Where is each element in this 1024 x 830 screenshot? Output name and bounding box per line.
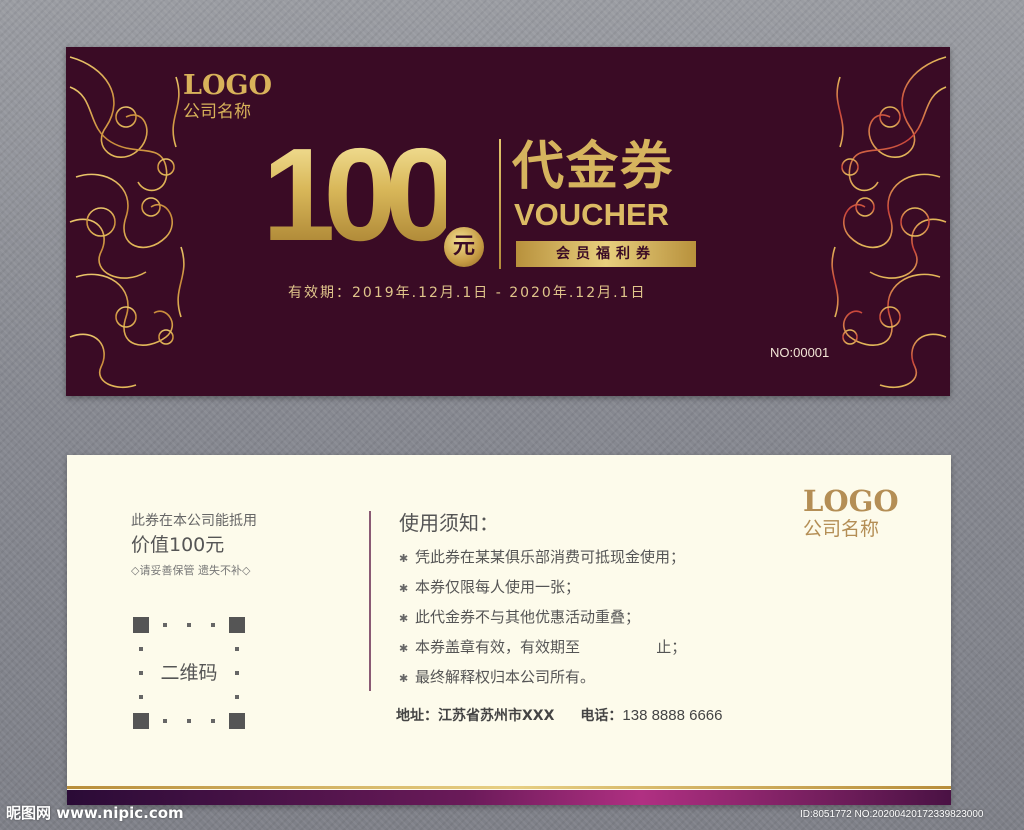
watermark-site: 昵图网 www.nipic.com	[6, 804, 184, 822]
notice-item: ✱ 本券仅限每人使用一张；	[399, 573, 686, 603]
voucher-title-cn: 代金券	[512, 137, 675, 197]
notice-text: 凭此券在某某俱乐部消费可抵现金使用；	[415, 548, 686, 566]
asterisk-icon: ✱	[399, 642, 409, 655]
ornament-right-icon	[831, 56, 947, 389]
notice-item: ✱ 凭此券在某某俱乐部消费可抵现金使用；	[399, 543, 686, 573]
qr-dot-icon	[163, 623, 167, 627]
qr-dot-icon	[235, 695, 239, 699]
notice-item: ✱ 最终解释权归本公司所有。	[399, 663, 686, 693]
company-name: 公司名称	[183, 102, 251, 122]
address-label: 地址：	[396, 708, 438, 724]
phone-label: 电话：	[580, 708, 623, 724]
qr-dot-icon	[211, 719, 215, 723]
ornament-left-icon	[69, 56, 185, 389]
qr-corner-icon	[133, 617, 149, 633]
serial-number: NO:00001	[770, 345, 830, 360]
notice-text: 本券仅限每人使用一张；	[415, 578, 581, 596]
asterisk-icon: ✱	[399, 612, 409, 625]
voucher-back: 此券在本公司能抵用 价值100元 ◇请妥善保管 遗失不补◇ 二维码 使用须知： …	[67, 455, 951, 805]
validity-period: 有效期：2019年.12月.1日 - 2020年.12月.1日	[288, 285, 647, 301]
back-logo: LOGO 公司名称	[803, 485, 899, 541]
phone-value: 138 8888 6666	[622, 707, 723, 724]
qr-dot-icon	[211, 623, 215, 627]
asterisk-icon: ✱	[399, 672, 409, 685]
voucher-front: LOGO 公司名称 100 元 代金券 VOUCHER 会员福利券 有效期：20…	[66, 47, 950, 396]
qr-corner-icon	[229, 617, 245, 633]
contact-info: 地址：江苏省苏州市XXX 电话：138 8888 6666	[396, 706, 723, 726]
front-logo: LOGO 公司名称	[183, 71, 272, 123]
qr-corner-icon	[229, 713, 245, 729]
logo-text: LOGO	[803, 484, 899, 518]
title-divider	[499, 139, 501, 269]
purple-stripe	[67, 790, 951, 805]
usage-line-2: 价值100元	[131, 534, 225, 556]
qr-dot-icon	[187, 719, 191, 723]
notice-list: ✱ 凭此券在某某俱乐部消费可抵现金使用； ✱ 本券仅限每人使用一张； ✱ 此代金券不与…	[399, 543, 686, 693]
notice-text: 最终解释权归本公司所有。	[415, 668, 596, 686]
qr-dot-icon	[163, 719, 167, 723]
notice-title: 使用须知：	[399, 511, 499, 535]
logo-text: LOGO	[183, 70, 273, 101]
member-benefit-banner: 会员福利券	[516, 241, 696, 267]
qr-code-label: 二维码	[160, 662, 218, 684]
notice-item: ✱ 此代金券不与其他优惠活动重叠；	[399, 603, 686, 633]
watermark-id: ID:8051772 NO:20200420172339823000	[800, 809, 984, 820]
notice-text: 本券盖章有效，有效期至 止；	[415, 638, 687, 656]
notice-item: ✱ 本券盖章有效，有效期至 止；	[399, 633, 686, 663]
voucher-amount: 100	[262, 121, 458, 268]
qr-dot-icon	[139, 647, 143, 651]
notice-text: 此代金券不与其他优惠活动重叠；	[415, 608, 641, 626]
qr-dot-icon	[235, 647, 239, 651]
qr-corner-icon	[133, 713, 149, 729]
voucher-title-en: VOUCHER	[514, 197, 670, 232]
keep-safe-note: ◇请妥善保管 遗失不补◇	[131, 564, 251, 577]
qr-dot-icon	[139, 695, 143, 699]
qr-code-placeholder: 二维码	[133, 617, 245, 729]
gold-stripe	[67, 786, 951, 789]
usage-line-1: 此券在本公司能抵用	[131, 513, 257, 529]
address-value: 江苏省苏州市XXX	[438, 708, 555, 724]
qr-dot-icon	[187, 623, 191, 627]
asterisk-icon: ✱	[399, 582, 409, 595]
company-name: 公司名称	[803, 518, 880, 540]
back-divider	[369, 511, 371, 691]
asterisk-icon: ✱	[399, 552, 409, 565]
currency-badge: 元	[444, 227, 484, 267]
